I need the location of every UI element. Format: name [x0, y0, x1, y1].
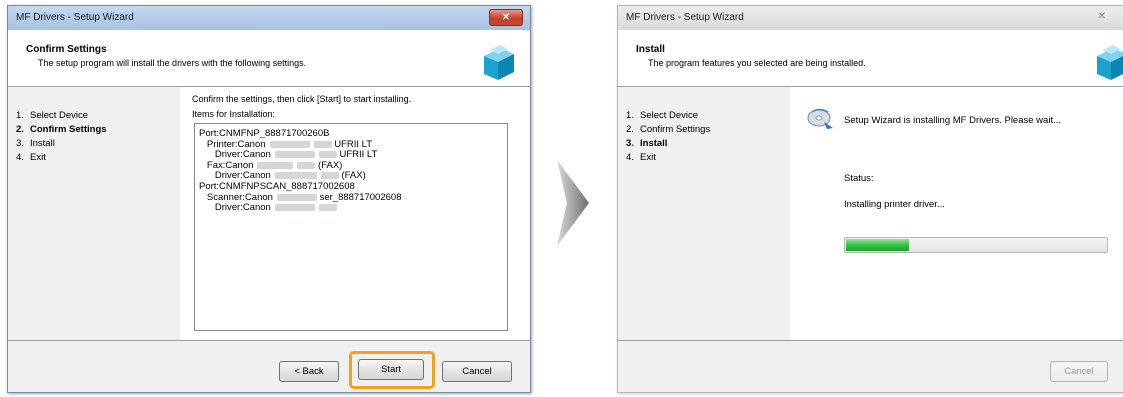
wizard-header: Install The program features you selecte…: [618, 30, 1123, 87]
installation-items-list[interactable]: Port:CNMFNP_88871700260B Printer:Canon U…: [194, 123, 508, 331]
printer-icon: [484, 45, 514, 80]
window-title: MF Drivers - Setup Wizard: [16, 12, 134, 23]
wizard-steps: 1. Select Device 2. Confirm Settings 3. Ins…: [618, 87, 790, 340]
header-title: Install: [636, 44, 665, 55]
status-label: Status:: [844, 173, 874, 184]
close-button[interactable]: ✕: [1087, 9, 1117, 24]
header-title: Confirm Settings: [26, 44, 107, 55]
cancel-button[interactable]: Cancel: [442, 361, 512, 382]
title-bar[interactable]: MF Drivers - Setup Wizard ✕: [8, 6, 530, 30]
step-exit: 4. Exit: [626, 152, 656, 163]
install-progress-bar: [844, 237, 1108, 253]
step-confirm-settings: 2. Confirm Settings: [626, 124, 711, 135]
back-button[interactable]: < Back: [279, 361, 339, 382]
wizard-content: Setup Wizard is installing MF Drivers. P…: [790, 87, 1123, 340]
setup-wizard-window-install: MF Drivers - Setup Wizard ✕ Install The …: [617, 5, 1123, 393]
cancel-button[interactable]: Cancel: [1050, 361, 1108, 382]
header-subtitle: The setup program will install the drive…: [38, 58, 307, 68]
title-bar[interactable]: MF Drivers - Setup Wizard ✕: [618, 6, 1123, 30]
tree-item-scanner-driver: Driver:Canon: [199, 202, 503, 214]
step-install: 3. Install: [16, 138, 55, 149]
step-select-device: 1. Select Device: [626, 110, 699, 121]
wizard-header: Confirm Settings The setup program will …: [8, 30, 530, 87]
next-step-arrow-icon: [557, 160, 589, 246]
footer-divider: [8, 340, 530, 341]
status-text: Installing printer driver...: [844, 199, 945, 210]
items-label: Items for Installation:: [192, 109, 276, 119]
close-button[interactable]: ✕: [489, 9, 523, 26]
step-exit: 4. Exit: [16, 152, 46, 163]
start-button[interactable]: Start: [358, 359, 424, 380]
setup-wizard-window-confirm: MF Drivers - Setup Wizard ✕ Confirm Sett…: [7, 5, 531, 393]
footer-divider: [618, 340, 1123, 341]
install-message: Setup Wizard is installing MF Drivers. P…: [844, 115, 1061, 126]
wizard-content: Confirm the settings, then click [Start]…: [180, 87, 530, 340]
window-title: MF Drivers - Setup Wizard: [626, 12, 744, 23]
installing-disc-icon: [807, 108, 833, 129]
step-select-device: 1. Select Device: [16, 110, 89, 121]
printer-icon: [1097, 45, 1123, 80]
progress-fill: [846, 239, 909, 251]
instruction-text: Confirm the settings, then click [Start]…: [192, 94, 412, 104]
step-confirm-settings: 2. Confirm Settings: [16, 124, 107, 135]
step-install: 3. Install: [626, 138, 668, 149]
header-subtitle: The program features you selected are be…: [648, 58, 866, 68]
wizard-steps: 1. Select Device 2. Confirm Settings 3. Ins…: [8, 87, 180, 340]
